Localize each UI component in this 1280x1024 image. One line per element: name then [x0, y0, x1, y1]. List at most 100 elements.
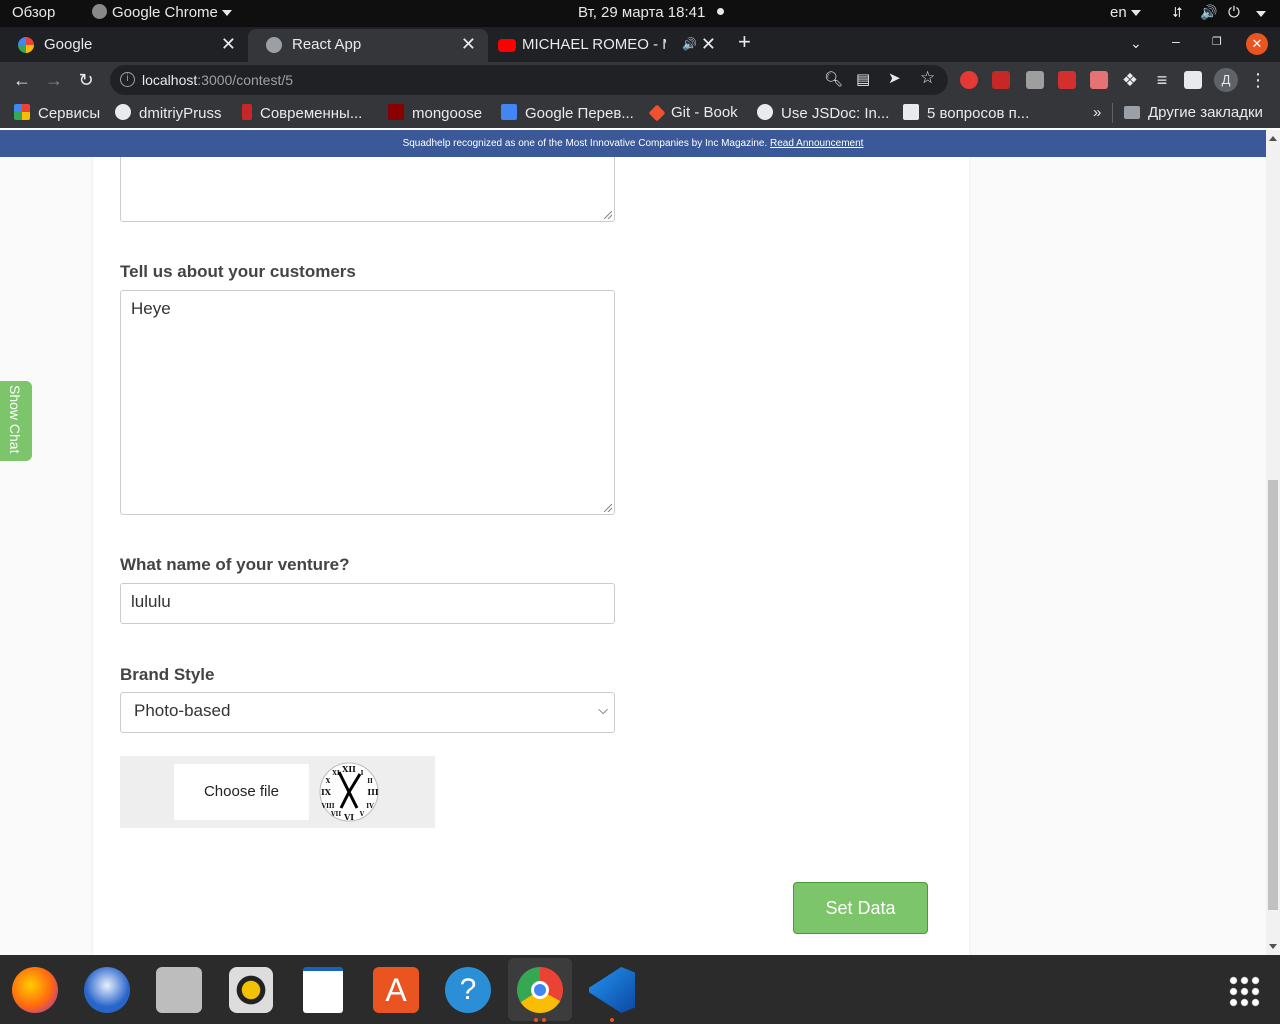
resize-grip-icon[interactable] [604, 504, 612, 512]
profile-avatar[interactable]: Д [1214, 68, 1238, 92]
close-icon[interactable]: ✕ [461, 34, 476, 55]
resize-grip-icon[interactable] [604, 211, 612, 219]
rhythmbox-icon[interactable] [229, 967, 273, 1013]
previous-textarea[interactable] [120, 157, 615, 222]
tab-youtube[interactable]: MICHAEL ROMEO - Me 🔊 ✕ [488, 29, 728, 62]
bookmark-dmitriypruss[interactable]: dmitriyPruss [115, 104, 222, 122]
zoom-icon[interactable]: 🔍︎ [824, 70, 843, 88]
svg-text:IV: IV [366, 803, 374, 810]
puzzle-icon[interactable]: ❖ [1118, 68, 1142, 92]
bookmark-star-icon[interactable]: ☆ [920, 68, 935, 88]
bookmark-5-questions[interactable]: 5 вопросов п... [903, 104, 1029, 122]
close-icon[interactable]: ✕ [701, 34, 716, 55]
reload-icon[interactable]: ↻ [74, 68, 98, 92]
media-queue-icon[interactable]: ≡ [1150, 68, 1174, 92]
language-indicator[interactable]: en [1110, 4, 1141, 21]
bookmark-modern[interactable]: Современны... [242, 104, 362, 122]
firefox-icon[interactable] [12, 967, 58, 1013]
extension-pen-icon[interactable] [1026, 71, 1044, 89]
language-label: en [1110, 4, 1127, 21]
thunderbird-icon[interactable] [84, 967, 130, 1013]
app-menu[interactable]: Google Chrome [92, 4, 232, 21]
close-icon[interactable]: ✕ [221, 34, 236, 55]
tab-search-chevron-icon[interactable]: ⌄ [1130, 35, 1142, 52]
google-translate-icon [501, 104, 517, 120]
files-icon[interactable] [156, 967, 202, 1013]
show-applications-icon[interactable] [1228, 975, 1260, 1007]
restore-window-icon[interactable]: ❐ [1212, 35, 1222, 48]
extension-cube-icon[interactable] [1058, 71, 1076, 89]
adblock-icon[interactable] [960, 71, 978, 89]
activities-button[interactable]: Обзор [12, 4, 55, 21]
mongoose-icon [388, 104, 404, 120]
venture-value: lululu [131, 592, 171, 611]
bookmark-label: dmitriyPruss [139, 105, 222, 122]
bookmark-mongoose[interactable]: mongoose [388, 104, 482, 122]
extension-red-icon[interactable] [992, 71, 1010, 89]
forward-arrow-icon[interactable]: → [42, 68, 66, 92]
ubuntu-dock: A ? [0, 955, 1280, 1024]
customers-textarea[interactable]: Heye [120, 290, 615, 515]
browser-toolbar: ← → ↻ i localhost:3000/contest/5 🔍︎ ▤ ➤ … [0, 62, 1280, 98]
folder-icon [1124, 106, 1140, 119]
bookmark-jsdoc[interactable]: Use JSDoc: In... [757, 104, 889, 122]
info-icon[interactable]: i [120, 72, 135, 87]
show-chat-tab[interactable]: Show Chat [0, 381, 32, 461]
brand-style-select[interactable]: Photo-based ⌵ [120, 692, 615, 733]
volume-icon[interactable]: 🔊 [1200, 4, 1217, 21]
other-bookmarks[interactable]: Другие закладки [1124, 104, 1263, 121]
new-tab-button[interactable]: + [738, 29, 751, 55]
power-icon[interactable]: ⏻ [1228, 4, 1240, 21]
scrollbar-thumb[interactable] [1268, 480, 1278, 910]
bookmark-divider [1112, 103, 1113, 123]
chrome-icon[interactable] [517, 967, 563, 1013]
chevron-down-icon [221, 10, 232, 17]
set-data-button[interactable]: Set Data [793, 882, 928, 934]
close-window-icon[interactable]: ✕ [1246, 33, 1268, 55]
git-icon [648, 104, 666, 122]
venture-name-input[interactable]: lululu [120, 583, 615, 624]
uploaded-clock-image: XII III VI IX I II IV V VII VIII X XI [319, 762, 379, 822]
back-arrow-icon[interactable]: ← [10, 68, 34, 92]
side-panel-icon[interactable] [1184, 71, 1202, 89]
bookmark-google-translate[interactable]: Google Перев... [501, 104, 634, 122]
bookmark-services[interactable]: Сервисы [14, 104, 100, 122]
svg-text:X: X [326, 778, 331, 785]
scroll-up-arrow-icon[interactable] [1269, 136, 1277, 141]
choose-file-button[interactable]: Choose file [174, 764, 309, 820]
svg-text:VIII: VIII [320, 803, 334, 810]
extension-grid-icon[interactable] [1090, 71, 1108, 89]
minimize-window-icon[interactable]: – [1172, 33, 1180, 49]
apps-grid-icon [14, 104, 30, 120]
svg-text:V: V [359, 811, 365, 818]
bookmark-git-book[interactable]: Git - Book [648, 104, 738, 122]
clock-label: Вт, 29 марта 18:41 [578, 4, 706, 21]
read-announcement-link[interactable]: Read Announcement [770, 138, 863, 149]
address-bar[interactable]: i localhost:3000/contest/5 🔍︎ ▤ ➤ ☆ [110, 65, 948, 95]
globe-icon [266, 37, 282, 53]
clock[interactable]: Вт, 29 марта 18:41 [578, 4, 725, 21]
chrome-center-icon [531, 981, 549, 999]
audio-playing-icon[interactable]: 🔊 [682, 37, 697, 51]
bookmark-label: 5 вопросов п... [927, 105, 1030, 122]
help-icon[interactable]: ? [445, 967, 491, 1013]
bookmarks-overflow-button[interactable]: » [1093, 104, 1101, 121]
bookmark-label: Google Перев... [525, 105, 634, 122]
tab-react-app[interactable]: React App ✕ [248, 29, 488, 62]
tab-title: React App [292, 36, 362, 53]
announcement-text: Squadhelp recognized as one of the Most … [402, 138, 768, 149]
system-menu-chevron-icon[interactable] [1256, 11, 1266, 17]
bookmarks-bar: Сервисы dmitriyPruss Современны... mongo… [0, 98, 1280, 128]
reader-mode-icon[interactable]: ▤ [856, 70, 870, 88]
send-icon[interactable]: ➤ [888, 69, 901, 87]
tab-google[interactable]: Google ✕ [0, 29, 248, 62]
scroll-down-arrow-icon[interactable] [1269, 944, 1277, 949]
software-store-icon[interactable]: A [373, 967, 419, 1013]
bookmark-label: Use JSDoc: In... [781, 105, 890, 122]
brand-style-value: Photo-based [134, 701, 231, 720]
vscode-icon[interactable] [589, 967, 635, 1013]
network-icon[interactable]: ⮃ [1172, 4, 1183, 21]
more-vertical-icon[interactable]: ⋮ [1246, 68, 1270, 92]
writer-document-icon[interactable] [303, 967, 343, 1013]
page-scrollbar[interactable] [1266, 130, 1280, 955]
